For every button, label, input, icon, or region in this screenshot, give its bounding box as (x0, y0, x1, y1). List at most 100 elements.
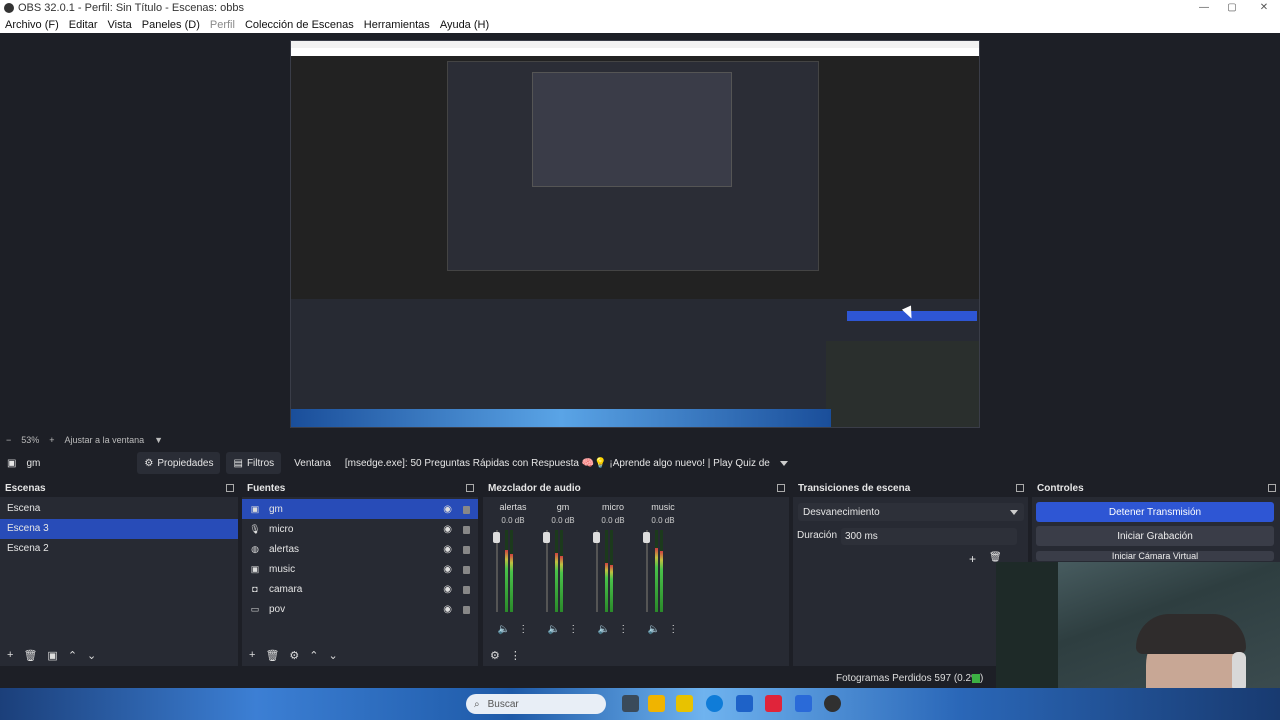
menu-tools[interactable]: Herramientas (359, 19, 435, 31)
duration-input[interactable]: 300 ms (841, 528, 1017, 545)
selected-source: ▣ gm (7, 457, 41, 469)
channel-menu-icon[interactable]: ⋮ (518, 624, 528, 635)
meter-level (655, 548, 658, 612)
visibility-eye-icon[interactable]: ◉ (443, 544, 452, 555)
explorer-icon[interactable] (648, 695, 665, 712)
zoom-level: 53% (21, 435, 40, 445)
taskbar-search-input[interactable]: ⌕ Buscar (466, 694, 606, 714)
menu-help[interactable]: Ayuda (H) (435, 19, 494, 31)
remove-scene-icon[interactable]: 🗑 (23, 649, 37, 662)
more-options-icon[interactable]: ⋮ (510, 649, 521, 662)
menu-view[interactable]: Vista (103, 19, 137, 31)
filters-button[interactable]: ▤ Filtros (226, 452, 282, 474)
stop-streaming-button[interactable]: Detener Transmisión (1036, 502, 1274, 522)
zoom-out-icon[interactable]: − (6, 435, 11, 445)
obs-taskbar-icon[interactable] (824, 695, 841, 712)
source-item[interactable]: ▣ gm ◉ (242, 499, 478, 519)
mute-speaker-icon[interactable]: 🔈 (598, 624, 610, 635)
connection-signal-icon (972, 674, 980, 683)
lock-icon[interactable] (463, 586, 470, 594)
lock-icon[interactable] (463, 526, 470, 534)
undock-icon[interactable] (1268, 484, 1276, 492)
scene-item[interactable]: Escena (0, 499, 238, 519)
scene-item[interactable]: Escena 2 (0, 539, 238, 559)
visibility-eye-icon[interactable]: ◉ (443, 524, 452, 535)
source-item[interactable]: ▣ music ◉ (242, 559, 478, 579)
source-item[interactable]: ▭ pov ◉ (242, 599, 478, 619)
zoom-fit-label[interactable]: Ajustar a la ventana (65, 435, 145, 445)
volume-slider-thumb[interactable] (543, 532, 550, 543)
zoom-dropdown-icon[interactable]: ▼ (154, 435, 163, 445)
move-up-icon[interactable]: ⌃ (309, 649, 318, 662)
channel-name: gm (556, 502, 570, 512)
undock-icon[interactable] (777, 484, 785, 492)
transition-select[interactable]: Desvanecimiento (798, 503, 1024, 521)
zoom-in-icon[interactable]: + (49, 435, 54, 445)
channel-name: alertas (499, 502, 527, 512)
maximize-icon[interactable]: ▢ (1216, 0, 1248, 16)
properties-button[interactable]: ⚙ Propiedades (137, 452, 221, 474)
add-source-icon[interactable]: + (249, 649, 255, 661)
chevron-down-icon (1010, 509, 1018, 515)
menu-edit[interactable]: Editar (64, 19, 103, 31)
lock-icon[interactable] (463, 506, 470, 514)
mute-speaker-icon[interactable]: 🔈 (498, 624, 510, 635)
discord-icon[interactable] (795, 695, 812, 712)
source-item[interactable]: ◘ camara ◉ (242, 579, 478, 599)
zoom-bar: − 53% + Ajustar a la ventana ▼ (0, 433, 1280, 447)
visibility-eye-icon[interactable]: ◉ (443, 604, 452, 615)
dropped-frames: Fotogramas Perdidos 597 (0.2%) (836, 673, 984, 684)
add-scene-icon[interactable]: + (7, 649, 13, 661)
menu-profile[interactable]: Perfil (205, 19, 240, 31)
menu-docks[interactable]: Paneles (D) (137, 19, 205, 31)
mixer-channel: gm 0.0 dB 🔈 ⋮ (538, 502, 588, 635)
scene-item-selected[interactable]: Escena 3 (0, 519, 238, 539)
volume-meter (588, 530, 638, 612)
store-icon[interactable] (736, 695, 753, 712)
channel-db: 0.0 dB (551, 516, 575, 525)
move-up-icon[interactable]: ⌃ (68, 649, 77, 662)
meter-level (605, 563, 608, 612)
edge-browser-icon[interactable] (706, 695, 723, 712)
remove-source-icon[interactable]: 🗑 (265, 649, 279, 662)
scene-filters-icon[interactable]: ▣ (47, 649, 57, 662)
volume-slider-thumb[interactable] (643, 532, 650, 543)
lock-icon[interactable] (463, 546, 470, 554)
add-transition-icon[interactable]: + (969, 552, 976, 566)
volume-slider-thumb[interactable] (493, 532, 500, 543)
filter-icon: ▤ (233, 457, 243, 469)
task-view-icon[interactable] (622, 695, 639, 712)
channel-menu-icon[interactable]: ⋮ (668, 624, 678, 635)
channel-menu-icon[interactable]: ⋮ (568, 624, 578, 635)
move-down-icon[interactable]: ⌄ (329, 649, 338, 662)
window-select[interactable]: [msedge.exe]: 50 Preguntas Rápidas con R… (338, 452, 795, 474)
visibility-eye-icon[interactable]: ◉ (443, 564, 452, 575)
move-down-icon[interactable]: ⌄ (87, 649, 96, 662)
lock-icon[interactable] (463, 566, 470, 574)
meter-bar (555, 530, 558, 612)
source-item[interactable]: 🎙 micro ◉ (242, 519, 478, 539)
music-app-icon[interactable] (765, 695, 782, 712)
visibility-eye-icon[interactable]: ◉ (443, 584, 452, 595)
undock-icon[interactable] (466, 484, 474, 492)
start-virtual-camera-button[interactable]: Iniciar Cámara Virtual (1036, 551, 1274, 561)
meter-bar (560, 530, 563, 612)
volume-slider-thumb[interactable] (593, 532, 600, 543)
mute-speaker-icon[interactable]: 🔈 (648, 624, 660, 635)
menu-file[interactable]: Archivo (F) (0, 19, 64, 31)
preview-canvas[interactable] (0, 33, 1280, 433)
undock-icon[interactable] (1016, 484, 1024, 492)
source-item[interactable]: ◍ alertas ◉ (242, 539, 478, 559)
source-properties-icon[interactable]: ⚙ (289, 649, 299, 662)
lock-icon[interactable] (463, 606, 470, 614)
source-toolbar: ▣ gm ⚙ Propiedades ▤ Filtros Ventana [ms… (0, 450, 1280, 476)
close-icon[interactable]: ✕ (1248, 0, 1280, 16)
mixer-settings-icon[interactable]: ⚙ (490, 649, 500, 662)
start-recording-button[interactable]: Iniciar Grabación (1036, 526, 1274, 546)
channel-menu-icon[interactable]: ⋮ (618, 624, 628, 635)
mute-speaker-icon[interactable]: 🔈 (548, 624, 560, 635)
folder-icon[interactable] (676, 695, 693, 712)
menu-scene-collection[interactable]: Colección de Escenas (240, 19, 359, 31)
visibility-eye-icon[interactable]: ◉ (443, 504, 452, 515)
undock-icon[interactable] (226, 484, 234, 492)
